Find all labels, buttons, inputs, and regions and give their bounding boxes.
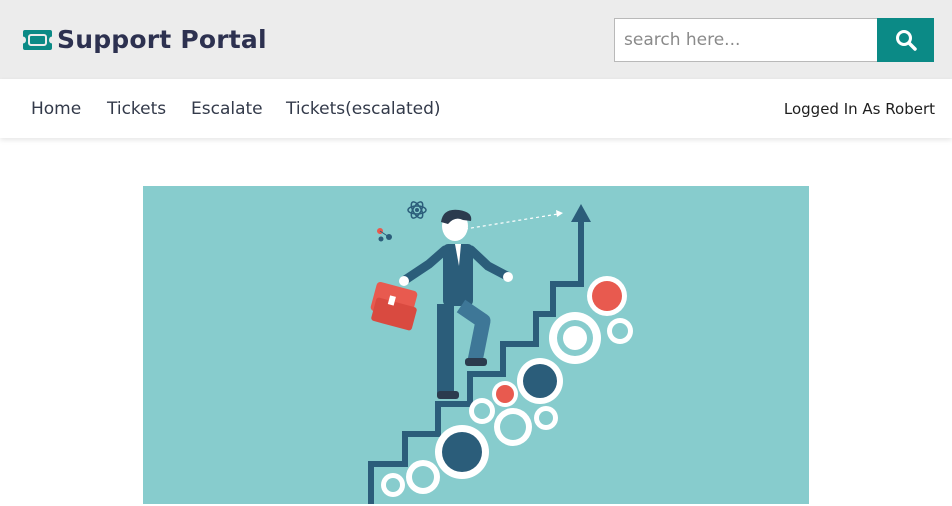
brand-title: Support Portal xyxy=(57,25,267,54)
nav-tickets-escalated[interactable]: Tickets(escalated) xyxy=(286,99,441,119)
search-icon xyxy=(895,30,917,51)
career-growth-illustration xyxy=(368,201,633,504)
search-input[interactable] xyxy=(614,18,878,62)
top-header: Support Portal xyxy=(0,0,952,79)
main-nav: Home Tickets Escalate Tickets(escalated)… xyxy=(0,79,952,138)
ticket-icon xyxy=(23,30,52,50)
search-button[interactable] xyxy=(877,18,934,62)
nav-escalate[interactable]: Escalate xyxy=(191,99,263,119)
nav-home[interactable]: Home xyxy=(31,99,81,119)
brand[interactable]: Support Portal xyxy=(22,24,267,56)
hero-image xyxy=(143,186,809,504)
nav-tickets[interactable]: Tickets xyxy=(107,99,166,119)
logged-in-user: Logged In As Robert xyxy=(783,100,935,118)
